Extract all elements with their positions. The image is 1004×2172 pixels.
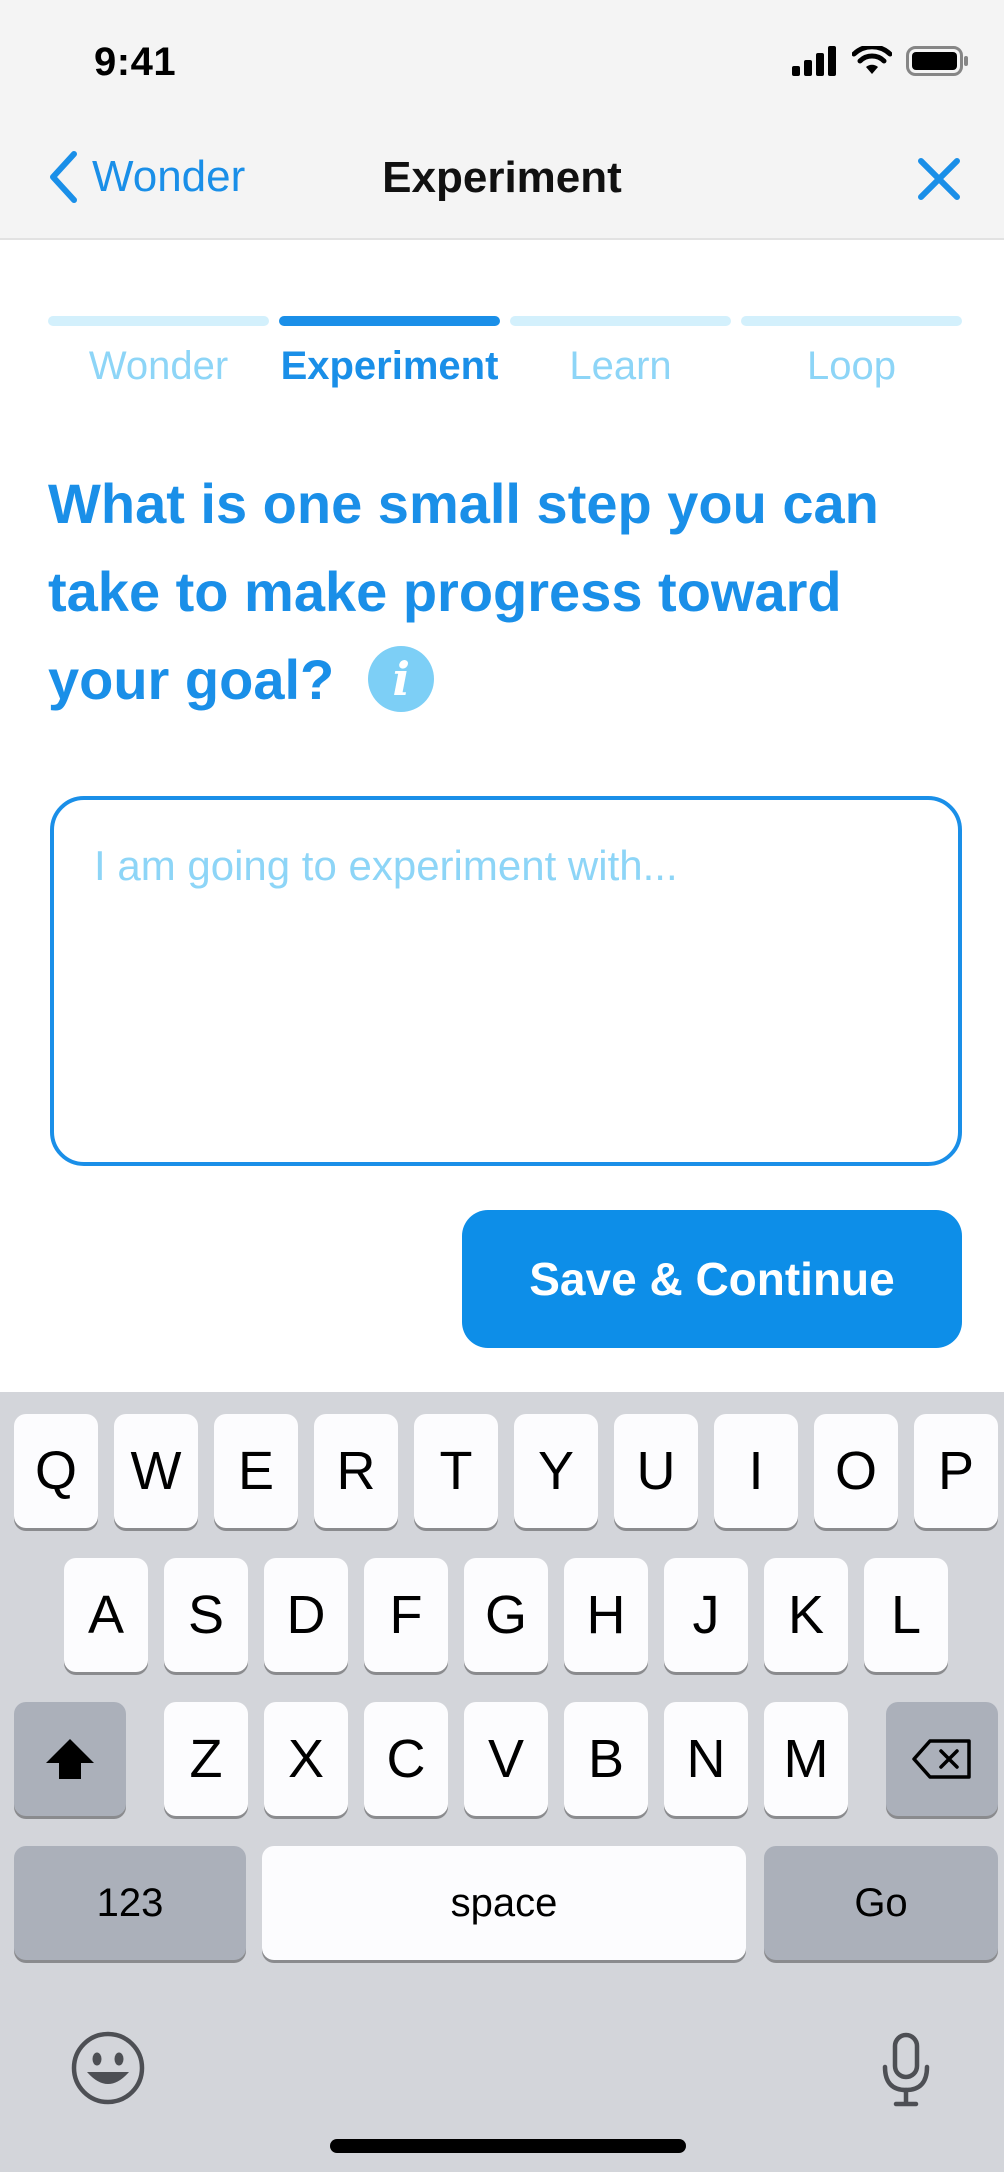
info-icon[interactable]: i <box>368 646 435 713</box>
dictation-button[interactable] <box>878 2032 934 2108</box>
status-icons <box>792 46 970 76</box>
step-progress-bar <box>48 316 269 326</box>
navigation-header: 9:41 Wonder Experiment <box>0 0 1004 240</box>
delete-key[interactable] <box>886 1702 998 1816</box>
key-i[interactable]: I <box>714 1414 798 1528</box>
emoji-button[interactable] <box>70 2030 146 2106</box>
home-indicator[interactable] <box>330 2139 686 2153</box>
step-loop[interactable]: Loop <box>741 316 962 389</box>
key-r[interactable]: R <box>314 1414 398 1528</box>
status-time: 9:41 <box>94 40 177 84</box>
cellular-signal-icon <box>792 46 836 76</box>
save-continue-button[interactable]: Save & Continue <box>462 1210 962 1348</box>
step-label: Wonder <box>88 344 229 388</box>
key-k[interactable]: K <box>764 1558 848 1672</box>
key-g[interactable]: G <box>464 1558 548 1672</box>
backspace-icon <box>912 1739 971 1779</box>
key-n[interactable]: N <box>664 1702 748 1816</box>
key-q[interactable]: Q <box>14 1414 98 1528</box>
key-e[interactable]: E <box>214 1414 298 1528</box>
key-c[interactable]: C <box>364 1702 448 1816</box>
onscreen-keyboard: Q W E R T Y U I O P A S D F G H J K L Z … <box>0 1392 1004 2172</box>
key-u[interactable]: U <box>614 1414 698 1528</box>
key-t[interactable]: T <box>414 1414 498 1528</box>
step-learn[interactable]: Learn <box>510 316 731 389</box>
step-experiment[interactable]: Experiment <box>279 316 500 389</box>
key-j[interactable]: J <box>664 1558 748 1672</box>
close-icon <box>918 158 960 200</box>
step-wonder[interactable]: Wonder <box>48 316 269 389</box>
key-o[interactable]: O <box>814 1414 898 1528</box>
microphone-icon <box>882 2032 930 2107</box>
question-heading: What is one small step you can take to m… <box>48 460 948 724</box>
back-button-label: Wonder <box>92 152 246 201</box>
key-f[interactable]: F <box>364 1558 448 1672</box>
wifi-icon <box>852 46 892 74</box>
space-key[interactable]: space <box>262 1846 746 1960</box>
battery-icon <box>906 46 968 76</box>
key-w[interactable]: W <box>114 1414 198 1528</box>
step-label: Learn <box>569 344 672 388</box>
step-label: Loop <box>807 344 896 388</box>
step-label: Experiment <box>280 344 499 388</box>
key-a[interactable]: A <box>64 1558 148 1672</box>
key-l[interactable]: L <box>864 1558 948 1672</box>
key-s[interactable]: S <box>164 1558 248 1672</box>
key-x[interactable]: X <box>264 1702 348 1816</box>
back-button[interactable]: Wonder <box>48 150 245 204</box>
step-progress-bar <box>510 316 731 326</box>
key-y[interactable]: Y <box>514 1414 598 1528</box>
experiment-answer-field[interactable] <box>50 796 962 1166</box>
key-v[interactable]: V <box>464 1702 548 1816</box>
key-b[interactable]: B <box>564 1702 648 1816</box>
numbers-key[interactable]: 123 <box>14 1846 246 1960</box>
key-p[interactable]: P <box>914 1414 998 1528</box>
key-m[interactable]: M <box>764 1702 848 1816</box>
step-progress-bar <box>741 316 962 326</box>
shift-icon <box>46 1739 94 1779</box>
shift-key[interactable] <box>14 1702 126 1816</box>
question-text: What is one small step you can take to m… <box>48 472 879 711</box>
progress-stepper: Wonder Experiment Learn Loop <box>48 316 962 389</box>
chevron-left-icon <box>50 151 77 203</box>
key-h[interactable]: H <box>564 1558 648 1672</box>
key-d[interactable]: D <box>264 1558 348 1672</box>
emoji-icon <box>71 2031 145 2105</box>
step-progress-bar <box>279 316 500 326</box>
go-key[interactable]: Go <box>764 1846 998 1960</box>
close-button[interactable] <box>914 154 964 204</box>
key-z[interactable]: Z <box>164 1702 248 1816</box>
